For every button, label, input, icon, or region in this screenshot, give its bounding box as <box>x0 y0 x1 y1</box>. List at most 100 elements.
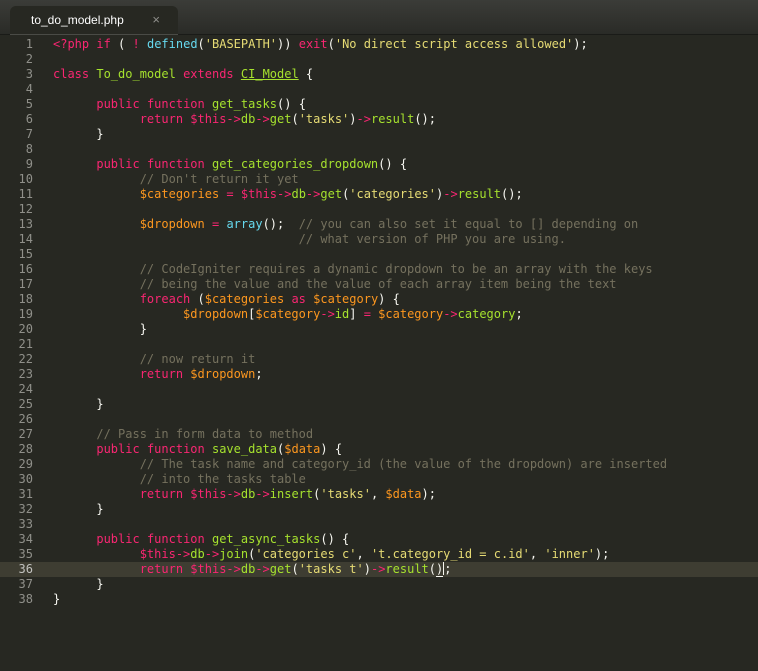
code-line[interactable]: 3 class To_do_model extends CI_Model { <box>0 67 758 82</box>
code-line[interactable]: 22 // now return it <box>0 352 758 367</box>
line-number: 12 <box>18 202 33 216</box>
code-text: } <box>53 502 104 516</box>
code-text: // Don't return it yet <box>139 172 299 186</box>
code-line[interactable]: 13 $dropdown = array(); // you can also … <box>0 217 758 232</box>
code-text: $this->db->join('categories c', 't.categ… <box>139 547 610 561</box>
code-line[interactable]: 5 public function get_tasks() { <box>0 97 758 112</box>
code-line[interactable]: 15 <box>0 247 758 262</box>
code-line[interactable]: 20 } <box>0 322 758 337</box>
code-line[interactable]: 10 // Don't return it yet <box>0 172 758 187</box>
tab-bar: to_do_model.php × <box>0 0 758 35</box>
line-number: 16 <box>18 262 33 276</box>
code-line[interactable]: 23 return $dropdown; <box>0 367 758 382</box>
line-number: 5 <box>25 97 33 111</box>
code-text: // CodeIgniter requires a dynamic dropdo… <box>139 262 653 276</box>
code-line[interactable]: 16 // CodeIgniter requires a dynamic dro… <box>0 262 758 277</box>
code-line[interactable]: 6 return $this->db->get('tasks')->result… <box>0 112 758 127</box>
line-number: 8 <box>25 142 33 156</box>
file-tab[interactable]: to_do_model.php × <box>10 6 178 35</box>
code-line[interactable]: 1 <?php if ( ! defined('BASEPATH')) exit(… <box>0 37 758 52</box>
line-number: 24 <box>18 382 33 396</box>
code-text: // Pass in form data to method <box>96 427 314 441</box>
line-number: 22 <box>18 352 33 366</box>
code-text: $dropdown[$category->id] = $category->ca… <box>183 307 523 321</box>
code-line[interactable]: 26 <box>0 412 758 427</box>
code-line[interactable]: 31 return $this->db->insert('tasks', $da… <box>0 487 758 502</box>
code-line[interactable]: 30 // into the tasks table <box>0 472 758 487</box>
close-icon[interactable]: × <box>152 12 160 27</box>
line-number: 33 <box>18 517 33 531</box>
line-number: 11 <box>18 187 33 201</box>
line-number: 6 <box>25 112 33 126</box>
line-number: 31 <box>18 487 33 501</box>
line-number: 27 <box>18 427 33 441</box>
code-text: // now return it <box>139 352 256 366</box>
code-text: } <box>53 397 104 411</box>
code-line[interactable]: 14 // what version of PHP you are using. <box>0 232 758 247</box>
code-text: <?php if ( ! defined('BASEPATH')) exit('… <box>53 37 588 51</box>
line-number: 18 <box>18 292 33 306</box>
editor-window: to_do_model.php × 1 <?php if ( ! defined(… <box>0 0 758 671</box>
line-number: 37 <box>18 577 33 591</box>
line-number: 28 <box>18 442 33 456</box>
code-line[interactable]: 4 <box>0 82 758 97</box>
code-line[interactable]: 34 public function get_async_tasks() { <box>0 532 758 547</box>
code-line[interactable]: 25 } <box>0 397 758 412</box>
line-number: 36 <box>18 562 33 576</box>
code-line[interactable]: 7 } <box>0 127 758 142</box>
code-line[interactable]: 12 <box>0 202 758 217</box>
line-number: 19 <box>18 307 33 321</box>
code-text: $categories = $this->db->get('categories… <box>139 187 523 201</box>
line-number: 7 <box>25 127 33 141</box>
code-line[interactable]: 2 <box>0 52 758 67</box>
code-area[interactable]: 1 <?php if ( ! defined('BASEPATH')) exit(… <box>0 35 758 671</box>
code-line[interactable]: 29 // The task name and category_id (the… <box>0 457 758 472</box>
code-text: $dropdown = array(); // you can also set… <box>139 217 639 231</box>
line-number: 1 <box>25 37 33 51</box>
code-editor[interactable]: 1 <?php if ( ! defined('BASEPATH')) exit(… <box>0 35 758 671</box>
line-number: 32 <box>18 502 33 516</box>
code-line[interactable]: 24 <box>0 382 758 397</box>
line-number: 15 <box>18 247 33 261</box>
line-number: 3 <box>25 67 33 81</box>
code-text: foreach ($categories as $category) { <box>139 292 400 306</box>
code-text: // into the tasks table <box>139 472 306 486</box>
code-text: // being the value and the value of each… <box>139 277 617 291</box>
code-text: return $this->db->insert('tasks', $data)… <box>139 487 436 501</box>
code-text: public function get_async_tasks() { <box>96 532 350 546</box>
code-line[interactable]: 8 <box>0 142 758 157</box>
code-line[interactable]: 35 $this->db->join('categories c', 't.ca… <box>0 547 758 562</box>
code-line[interactable]: 19 $dropdown[$category->id] = $category-… <box>0 307 758 322</box>
code-line[interactable]: 32 } <box>0 502 758 517</box>
code-line[interactable]: 18 foreach ($categories as $category) { <box>0 292 758 307</box>
code-line[interactable]: 11 $categories = $this->db->get('categor… <box>0 187 758 202</box>
code-line[interactable]: 38} <box>0 592 758 607</box>
code-text: return $this->db->get('tasks')->result()… <box>139 112 437 126</box>
code-text: } <box>53 322 147 336</box>
tab-title: to_do_model.php <box>31 13 124 27</box>
code-line[interactable]: 21 <box>0 337 758 352</box>
line-number: 9 <box>25 157 33 171</box>
line-number: 21 <box>18 337 33 351</box>
code-text: return $this->db->get('tasks t')->result… <box>139 562 452 577</box>
code-text: public function save_data($data) { <box>96 442 343 456</box>
code-text: // The task name and category_id (the va… <box>139 457 668 471</box>
code-text: public function get_categories_dropdown(… <box>96 157 408 171</box>
code-line[interactable]: 27 // Pass in form data to method <box>0 427 758 442</box>
code-line[interactable]: 33 <box>0 517 758 532</box>
line-number: 2 <box>25 52 33 66</box>
code-line[interactable]: 36 return $this->db->get('tasks t')->res… <box>0 562 758 577</box>
code-text: } <box>53 577 104 591</box>
line-number: 20 <box>18 322 33 336</box>
code-line[interactable]: 9 public function get_categories_dropdow… <box>0 157 758 172</box>
line-number: 30 <box>18 472 33 486</box>
line-number: 25 <box>18 397 33 411</box>
code-line[interactable]: 37 } <box>0 577 758 592</box>
line-number: 29 <box>18 457 33 471</box>
line-number: 10 <box>18 172 33 186</box>
code-line[interactable]: 28 public function save_data($data) { <box>0 442 758 457</box>
line-number: 34 <box>18 532 33 546</box>
line-number: 35 <box>18 547 33 561</box>
code-line[interactable]: 17 // being the value and the value of e… <box>0 277 758 292</box>
line-number: 23 <box>18 367 33 381</box>
